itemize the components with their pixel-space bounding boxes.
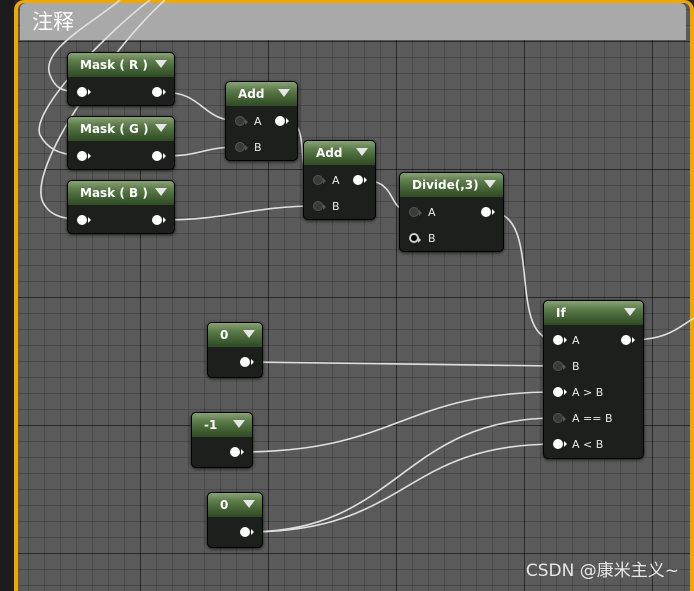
mask-b-node[interactable]: Mask ( B ) (67, 180, 175, 234)
pin-label: B (572, 360, 580, 373)
node-header: Mask ( G ) (68, 117, 174, 141)
node-title: Add (316, 146, 343, 160)
node-header: Add (226, 82, 297, 106)
collapse-arrow-icon[interactable] (243, 500, 255, 508)
pin-label: A (254, 115, 262, 128)
collapse-arrow-icon[interactable] (484, 180, 496, 188)
node-title: -1 (204, 418, 218, 432)
add2-input-a-pin[interactable] (313, 175, 326, 185)
if-node[interactable]: If A B A > B A == B A < B (543, 300, 644, 459)
if-input-agtb-pin[interactable] (553, 387, 567, 397)
mask-r-output-pin[interactable] (152, 87, 166, 97)
add1-output-pin[interactable] (275, 116, 289, 126)
mask-g-output-pin[interactable] (152, 151, 166, 161)
pin-label: A (572, 334, 580, 347)
collapse-arrow-icon[interactable] (233, 420, 245, 428)
pin-label: B (332, 200, 340, 213)
add1-input-b-pin[interactable] (235, 142, 248, 152)
node-header: -1 (192, 413, 252, 437)
divide-output-pin[interactable] (481, 207, 495, 217)
constant-neg1-node[interactable]: -1 (191, 412, 253, 468)
mask-r-input-pin[interactable] (77, 87, 91, 97)
node-title: 0 (220, 328, 229, 342)
collapse-arrow-icon[interactable] (155, 60, 167, 68)
mask-r-node[interactable]: Mask ( R ) (67, 52, 175, 106)
watermark: CSDN @康米主义~ (525, 561, 679, 581)
pin-label: B (254, 141, 262, 154)
collapse-arrow-icon[interactable] (278, 89, 290, 97)
constant-neg1-output-pin[interactable] (230, 447, 244, 457)
node-title: Mask ( R ) (80, 58, 148, 72)
divide-input-b-pin[interactable] (409, 233, 421, 243)
collapse-arrow-icon[interactable] (243, 330, 255, 338)
add-node-1[interactable]: Add A B (225, 81, 298, 161)
pin-label: B (428, 232, 436, 245)
node-title: Mask ( B ) (80, 186, 148, 200)
node-title: Mask ( G ) (80, 122, 149, 136)
if-input-b-pin[interactable] (553, 361, 566, 371)
node-header: 0 (208, 493, 262, 517)
pin-label: A (428, 206, 436, 219)
add-node-2[interactable]: Add A B (303, 140, 376, 220)
mask-b-output-pin[interactable] (152, 215, 166, 225)
node-header: Divide(,3) (400, 173, 503, 197)
editor-left-strip (0, 0, 15, 591)
comment-title: 注释 (32, 10, 74, 34)
node-title: If (556, 306, 566, 320)
node-title: Add (238, 87, 265, 101)
pin-label: A > B (572, 386, 604, 399)
node-header: 0 (208, 323, 262, 347)
node-header: Add (304, 141, 375, 165)
collapse-arrow-icon[interactable] (155, 188, 167, 196)
constant-0-top-output-pin[interactable] (240, 357, 254, 367)
node-header: Mask ( B ) (68, 181, 174, 205)
comment-header[interactable]: 注释 (20, 3, 686, 40)
if-input-altb-pin[interactable] (553, 439, 567, 449)
pin-label: A == B (572, 412, 613, 425)
constant-0-node-top[interactable]: 0 (207, 322, 263, 378)
pin-label: A < B (572, 438, 604, 451)
if-output-pin[interactable] (621, 335, 635, 345)
constant-0-bottom-output-pin[interactable] (240, 527, 254, 537)
node-header: Mask ( R ) (68, 53, 174, 77)
mask-g-input-pin[interactable] (77, 151, 91, 161)
divide-node[interactable]: Divide(,3) A B (399, 172, 504, 252)
add2-output-pin[interactable] (353, 175, 367, 185)
node-title: 0 (220, 498, 229, 512)
divide-input-a-pin[interactable] (409, 207, 422, 217)
pin-label: A (332, 174, 340, 187)
add1-input-a-pin[interactable] (235, 116, 248, 126)
collapse-arrow-icon[interactable] (624, 308, 636, 316)
mask-g-node[interactable]: Mask ( G ) (67, 116, 175, 170)
node-header: If (544, 301, 643, 325)
if-input-a-pin[interactable] (553, 335, 567, 345)
add2-input-b-pin[interactable] (313, 201, 326, 211)
if-input-aeqb-pin[interactable] (553, 413, 566, 423)
collapse-arrow-icon[interactable] (155, 124, 167, 132)
constant-0-node-bottom[interactable]: 0 (207, 492, 263, 548)
mask-b-input-pin[interactable] (77, 215, 91, 225)
node-title: Divide(,3) (412, 178, 479, 192)
collapse-arrow-icon[interactable] (356, 148, 368, 156)
